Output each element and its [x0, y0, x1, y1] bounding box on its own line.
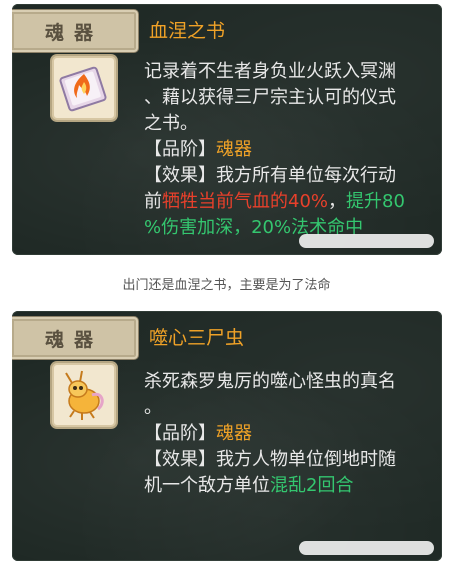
soul-bug-item-icon: [52, 363, 116, 427]
item-description-line: 记录着不生者身负业火跃入冥渊: [144, 61, 396, 82]
grade-label: 【品阶】: [144, 423, 216, 444]
book-fire-item-icon: [52, 56, 116, 120]
effect-row-1: 【效果】我方人物单位倒地时随: [144, 447, 424, 473]
effect-bonus: 提升80: [346, 191, 405, 212]
category-label: 魂器: [44, 22, 103, 44]
item-title: 噬心三尸虫: [149, 327, 245, 349]
watermark: [299, 234, 434, 248]
category-tag: 魂器: [12, 10, 138, 52]
grade-row: 【品阶】魂器: [144, 421, 424, 447]
item-description-line: 、藉以获得三尸宗主认可的仪式: [144, 87, 396, 108]
item-description-line: 。: [144, 397, 162, 418]
item-title: 血涅之书: [149, 20, 226, 42]
effect-label: 【效果】: [144, 449, 216, 470]
effect-row-1: 【效果】我方所有单位每次行动: [144, 163, 424, 189]
category-tag: 魂器: [12, 317, 138, 359]
item-description-line: 之书。: [144, 113, 198, 134]
effect-separator: ，: [328, 191, 347, 212]
effect-row-2: 机一个敌方单位混乱2回合: [144, 473, 424, 499]
effect-text: 前: [144, 191, 162, 212]
item-description-line: 杀死森罗鬼厉的噬心怪虫的真名: [144, 371, 396, 392]
effect-bonus: 混乱2回合: [270, 475, 354, 496]
grade-row: 【品阶】魂器: [144, 137, 424, 163]
effect-text: 我方所有单位每次行动: [216, 165, 396, 186]
caption: 出门还是血涅之书，主要是为了法命: [122, 278, 331, 293]
effect-label: 【效果】: [144, 165, 216, 186]
item-card-blood-book: 魂器 血涅之书 记录着不生者身负业火跃入冥渊 、藉以获得三尸宗主认可的仪式 之书…: [12, 4, 442, 255]
grade-label: 【品阶】: [144, 139, 216, 160]
effect-cost: 牺牲当前气血的40%: [162, 191, 329, 212]
effect-text: 我方人物单位倒地时随: [216, 449, 396, 470]
grade-value: 魂器: [216, 139, 252, 160]
effect-text: 机一个敌方单位: [144, 475, 270, 496]
grade-value: 魂器: [216, 423, 252, 444]
category-label: 魂器: [44, 329, 103, 351]
effect-row-2: 前牺牲当前气血的40%，提升80: [144, 189, 424, 215]
item-card-soul-bug: 魂器 噬心三尸虫 杀死森罗鬼厉的噬心怪虫的真名 。 【品阶】魂器 【效果】我方人…: [12, 311, 442, 561]
watermark: [299, 541, 434, 555]
